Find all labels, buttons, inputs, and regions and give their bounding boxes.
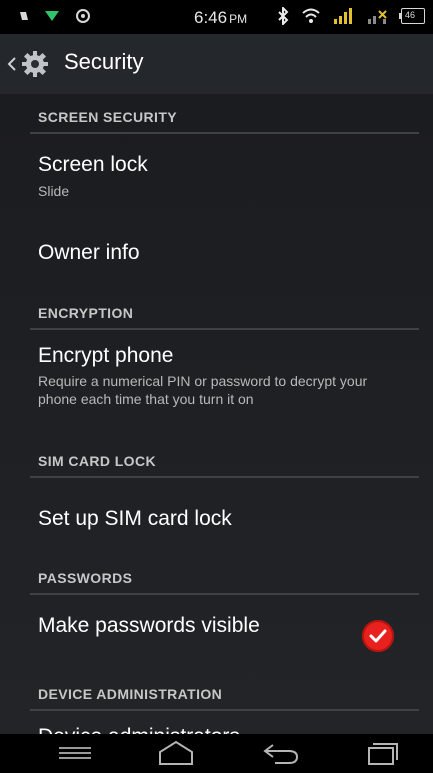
section-divider [30, 476, 419, 478]
section-divider [30, 709, 419, 711]
list-item-title: Screen lock [38, 153, 148, 176]
list-item-title: Make passwords visible [38, 614, 260, 637]
section-header-device-administration: DEVICE ADMINISTRATION [38, 686, 223, 702]
back-icon[interactable] [259, 741, 303, 767]
settings-gear-icon[interactable] [20, 49, 50, 79]
overview-icon[interactable] [361, 742, 405, 766]
bluetooth-icon [278, 7, 289, 25]
recent-apps-icon[interactable] [53, 746, 97, 760]
home-icon[interactable] [154, 740, 198, 766]
clock-ampm: PM [229, 12, 248, 26]
chevron-left-icon[interactable] [5, 54, 19, 74]
page-title: Security [64, 49, 144, 74]
list-item-summary: Slide [38, 183, 70, 199]
list-item-encrypt-phone[interactable]: Encrypt phone Require a numerical PIN or… [0, 334, 433, 438]
list-item-owner-info[interactable]: Owner info [0, 220, 433, 290]
action-bar: Security [0, 34, 433, 95]
list-item-screen-lock[interactable]: Screen lock Slide [0, 138, 433, 220]
data-signal-icon [368, 10, 387, 24]
clock-time: 6:46 [194, 8, 228, 27]
list-item-title: Encrypt phone [38, 344, 174, 367]
section-divider [30, 328, 419, 330]
battery-icon: 46 [399, 8, 425, 24]
silent-mode-icon [20, 12, 28, 20]
section-header-passwords: PASSWORDS [38, 570, 133, 586]
signal-icon [334, 8, 352, 24]
list-item-summary: Require a numerical PIN or password to d… [38, 373, 368, 407]
status-right-icons: 46 [277, 7, 425, 25]
list-item-sim-card-lock[interactable]: Set up SIM card lock [0, 482, 433, 564]
status-left-icons [18, 9, 92, 23]
make-passwords-visible-checkbox[interactable] [362, 620, 394, 652]
section-header-encryption: ENCRYPTION [38, 305, 134, 321]
navigation-bar [0, 734, 433, 773]
checkmark-icon [369, 629, 387, 643]
section-header-screen-security: SCREEN SECURITY [38, 109, 178, 125]
list-item-device-administrators[interactable]: Device administrators [0, 715, 433, 734]
list-item-title: Set up SIM card lock [38, 507, 232, 530]
battery-level-label: 46 [405, 10, 416, 20]
clock: 6:46 PM [194, 8, 247, 28]
wifi-triangle-icon [45, 11, 59, 21]
list-item-title: Device administrators [38, 725, 240, 734]
voicemail-icon [76, 9, 90, 23]
list-item-title: Owner info [38, 241, 140, 264]
wifi-icon [302, 8, 320, 23]
section-divider [30, 132, 419, 134]
status-bar: 6:46 PM 46 [0, 0, 433, 34]
section-header-sim-card-lock: SIM CARD LOCK [38, 453, 156, 469]
android-screen: 6:46 PM 46 Security SCREEN SECURITY Scre… [0, 0, 433, 773]
section-divider [30, 593, 419, 595]
